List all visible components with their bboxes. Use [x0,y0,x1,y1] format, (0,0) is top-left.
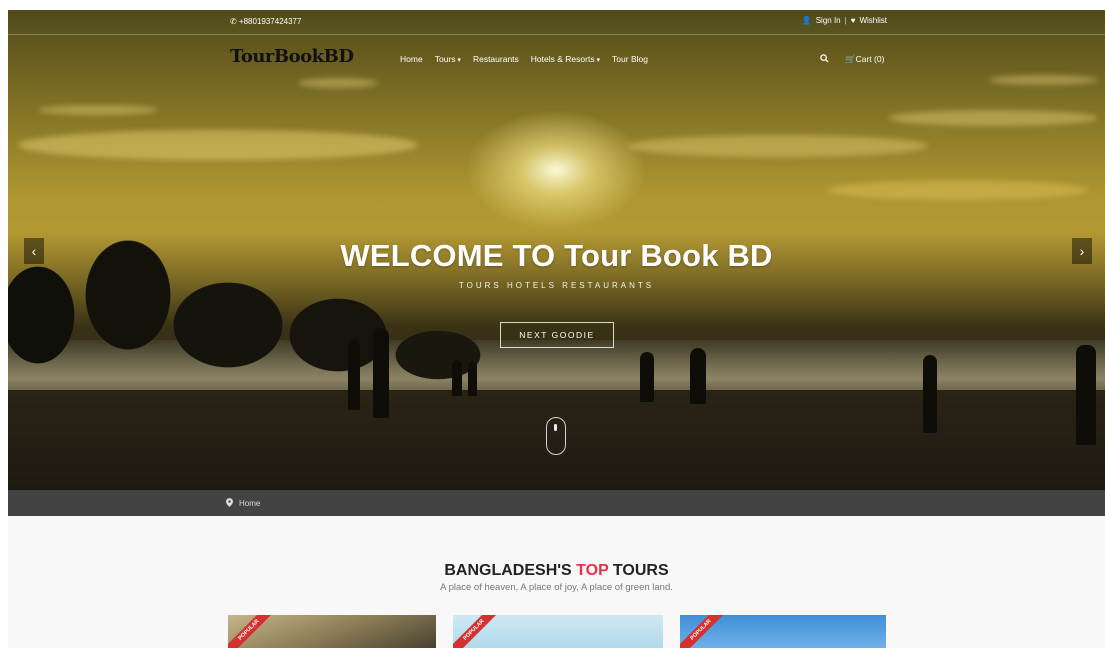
cloud [628,135,928,157]
search-icon[interactable] [820,54,829,65]
cloud [18,130,418,160]
breadcrumb: Home [226,498,260,509]
person-silhouette [923,355,937,433]
map-pin-icon [226,498,233,509]
nav-item-tours[interactable]: Tours [435,54,461,64]
section-subtitle: A place of heaven, A place of joy, A pla… [440,582,673,593]
chevron-left-icon: ‹ [31,243,37,259]
scroll-down-indicator[interactable] [546,417,566,455]
phone-contact[interactable]: ✆ +8801937424377 [230,17,301,26]
next-goodie-button[interactable]: NEXT GOODIE [500,322,614,348]
phone-icon: ✆ [230,17,237,26]
cloud [828,180,1088,200]
person-silhouette [690,348,706,404]
hero-title: WELCOME TO Tour Book BD [340,238,773,273]
divider: | [844,16,847,25]
nav-item-restaurants[interactable]: Restaurants [473,54,519,64]
header-tools: 🛒Cart (0) [820,54,884,65]
person-silhouette [373,328,389,418]
section-title: BANGLADESH'S TOP TOURS [8,562,1105,580]
cloud [298,78,378,88]
cart-icon: 🛒 [845,54,856,64]
nav-item-tour-blog[interactable]: Tour Blog [612,54,648,64]
person-silhouette [348,340,360,410]
heart-icon: ♥ [850,16,856,25]
tour-card[interactable]: POPULAR [680,615,886,648]
cloud [888,110,1098,126]
nav-item-hotels-resorts[interactable]: Hotels & Resorts [531,54,600,64]
section-title-accent: TOP [576,562,609,579]
user-icon: 👤 [801,16,812,25]
hero-slider: ✆ +8801937424377 👤 Sign In | ♥ Wishlist … [8,10,1105,490]
signin-link[interactable]: Sign In [816,16,841,25]
tour-card[interactable]: POPULAR [453,615,663,648]
cart-label: Cart (0) [855,54,885,64]
person-silhouette [640,352,654,402]
top-bar: ✆ +8801937424377 👤 Sign In | ♥ Wishlist [8,10,1105,35]
cloud [38,105,158,115]
section-title-part1: BANGLADESH'S [444,562,577,579]
hero-subtitle: TOURS HOTELS RESTAURANTS [458,281,655,290]
nav-item-home[interactable]: Home [400,54,423,64]
person-silhouette [452,360,462,396]
page: ✆ +8801937424377 👤 Sign In | ♥ Wishlist … [8,10,1105,648]
cloud [988,75,1098,85]
breadcrumb-bar: Home [8,490,1105,516]
cart-button[interactable]: 🛒Cart (0) [845,54,884,65]
tour-card[interactable]: POPULAR [228,615,436,648]
section-title-part2: TOURS [608,562,669,579]
person-silhouette [468,362,477,396]
main-nav: Home Tours Restaurants Hotels & Resorts … [400,54,648,64]
account-links: 👤 Sign In | ♥ Wishlist [802,16,887,25]
slider-next-button[interactable]: › [1072,238,1092,264]
phone-number: +8801937424377 [238,17,302,26]
wishlist-link[interactable]: Wishlist [859,16,887,25]
breadcrumb-home-link[interactable]: Home [239,499,260,508]
person-silhouette [1076,345,1096,445]
site-logo[interactable]: TourBookBD [230,46,354,67]
slider-prev-button[interactable]: ‹ [24,238,44,264]
chevron-right-icon: › [1079,243,1085,259]
